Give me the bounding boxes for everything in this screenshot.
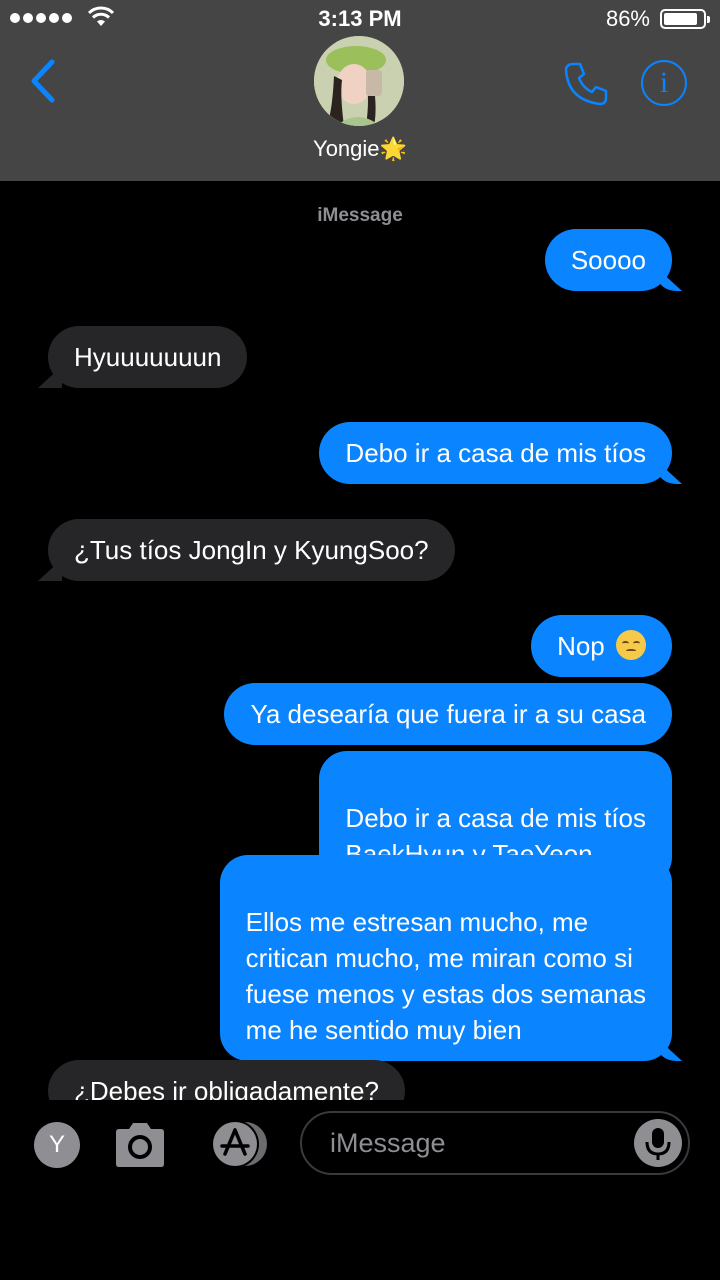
- message-input[interactable]: iMessage: [300, 1111, 690, 1175]
- microphone-button[interactable]: [634, 1119, 682, 1167]
- battery-icon: [660, 9, 710, 29]
- message-text: ¿Debes ir obligadamente?: [74, 1076, 379, 1100]
- message-text: ¿Tus tíos JongIn y KyungSoo?: [74, 535, 429, 565]
- microphone-icon: [645, 1128, 671, 1160]
- message-text: Debo ir a casa de mis tíos: [345, 438, 646, 468]
- message-text: Nop: [557, 631, 605, 661]
- contact-avatar[interactable]: [314, 36, 404, 126]
- message-input-placeholder: iMessage: [330, 1128, 446, 1158]
- app-drawer-y-button[interactable]: Y: [34, 1122, 80, 1168]
- back-chevron-icon[interactable]: [28, 58, 58, 104]
- service-label: iMessage: [317, 205, 403, 226]
- message-bubble-incoming[interactable]: Hyuuuuuuun: [48, 326, 248, 388]
- contact-name[interactable]: Yongie🌟: [0, 136, 720, 162]
- message-bubble-outgoing[interactable]: Soooo: [544, 229, 672, 291]
- compose-bar: Y iMessage: [0, 1100, 720, 1280]
- message-bubble-incoming[interactable]: ¿Debes ir obligadamente?: [48, 1060, 405, 1100]
- conversation-header: 3:13 PM 86% Yongie🌟 i: [0, 0, 720, 181]
- battery-percentage: 86%: [605, 6, 650, 31]
- message-bubble-incoming[interactable]: ¿Tus tíos JongIn y KyungSoo?: [48, 519, 455, 581]
- pensive-face-emoji-icon: [616, 630, 646, 660]
- phone-call-icon[interactable]: [562, 60, 610, 108]
- message-bubble-outgoing[interactable]: Nop: [531, 615, 672, 677]
- message-bubble-outgoing[interactable]: Ellos me estresan mucho, me critican muc…: [219, 855, 672, 1061]
- status-bar: 3:13 PM 86%: [0, 0, 720, 36]
- camera-icon[interactable]: [112, 1120, 168, 1168]
- message-text: Hyuuuuuuun: [74, 342, 222, 372]
- message-bubble-outgoing[interactable]: Ya desearía que fuera ir a su casa: [224, 683, 672, 745]
- message-text: Ya desearía que fuera ir a su casa: [250, 699, 646, 729]
- info-icon[interactable]: i: [641, 60, 687, 106]
- message-bubble-outgoing[interactable]: Debo ir a casa de mis tíos: [319, 422, 672, 484]
- message-text: Ellos me estresan mucho, me critican muc…: [245, 907, 646, 1045]
- app-store-icon[interactable]: [205, 1120, 269, 1168]
- message-text: Soooo: [570, 245, 646, 275]
- message-thread: iMessage Soooo Hyuuuuuuun Debo ir a casa…: [0, 181, 720, 1100]
